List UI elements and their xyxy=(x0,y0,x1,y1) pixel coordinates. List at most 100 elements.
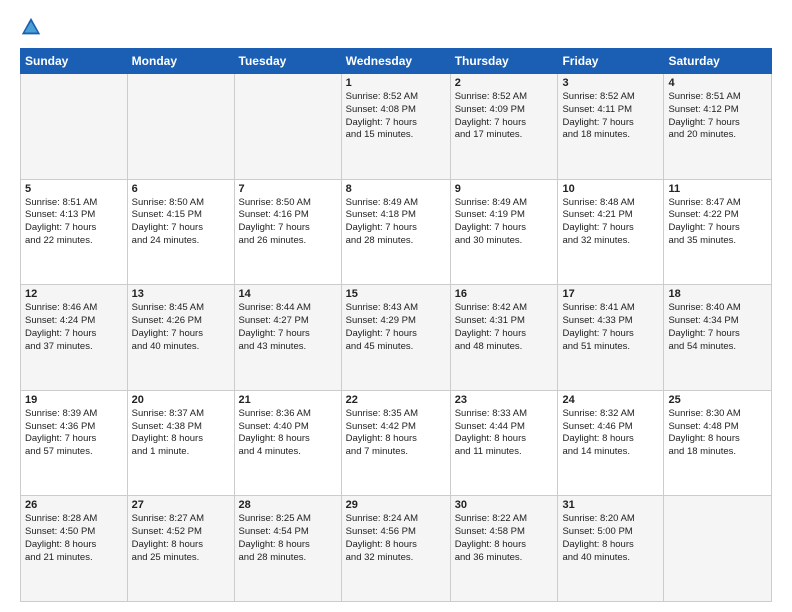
day-number: 15 xyxy=(346,288,446,300)
day-number: 23 xyxy=(455,394,554,406)
day-info: Sunrise: 8:41 AM Sunset: 4:33 PM Dayligh… xyxy=(562,302,659,353)
day-number: 26 xyxy=(25,499,123,511)
day-info: Sunrise: 8:52 AM Sunset: 4:11 PM Dayligh… xyxy=(562,91,659,142)
day-info: Sunrise: 8:49 AM Sunset: 4:19 PM Dayligh… xyxy=(455,197,554,248)
calendar-day-cell: 25 Sunrise: 8:30 AM Sunset: 4:48 PM Dayli… xyxy=(664,390,772,496)
day-number: 3 xyxy=(562,77,659,89)
day-number: 5 xyxy=(25,183,123,195)
calendar-day-cell: 10Sunrise: 8:48 AM Sunset: 4:21 PM Dayli… xyxy=(558,179,664,285)
day-number: 24 xyxy=(562,394,659,406)
calendar-day-cell: 17 Sunrise: 8:41 AM Sunset: 4:33 PM Dayli… xyxy=(558,285,664,391)
day-info: Sunrise: 8:49 AM Sunset: 4:18 PM Dayligh… xyxy=(346,197,446,248)
day-number: 14 xyxy=(239,288,337,300)
calendar-day-cell: 22 Sunrise: 8:35 AM Sunset: 4:42 PM Dayli… xyxy=(341,390,450,496)
day-number: 18 xyxy=(668,288,767,300)
weekday-header: Thursday xyxy=(450,49,558,74)
weekday-header: Saturday xyxy=(664,49,772,74)
calendar-day-cell: 4 Sunrise: 8:51 AM Sunset: 4:12 PM Daylig… xyxy=(664,74,772,180)
calendar-day-cell: 1 Sunrise: 8:52 AM Sunset: 4:08 PM Daylig… xyxy=(341,74,450,180)
calendar-table: SundayMondayTuesdayWednesdayThursdayFrid… xyxy=(20,48,772,602)
day-number: 20 xyxy=(132,394,230,406)
day-info: Sunrise: 8:51 AM Sunset: 4:13 PM Dayligh… xyxy=(25,197,123,248)
calendar-day-cell: 19Sunrise: 8:39 AM Sunset: 4:36 PM Dayli… xyxy=(21,390,128,496)
calendar-header-row: SundayMondayTuesdayWednesdayThursdayFrid… xyxy=(21,49,772,74)
calendar-week-row: 26 Sunrise: 8:28 AM Sunset: 4:50 PM Dayli… xyxy=(21,496,772,602)
logo-icon xyxy=(20,16,42,38)
calendar-day-cell: 14 Sunrise: 8:44 AM Sunset: 4:27 PM Dayli… xyxy=(234,285,341,391)
weekday-header: Monday xyxy=(127,49,234,74)
calendar-day-cell: 26 Sunrise: 8:28 AM Sunset: 4:50 PM Dayli… xyxy=(21,496,128,602)
calendar-day-cell: 31 Sunrise: 8:20 AM Sunset: 5:00 PM Dayli… xyxy=(558,496,664,602)
day-info: Sunrise: 8:39 AM Sunset: 4:36 PM Dayligh… xyxy=(25,408,123,459)
calendar-day-cell xyxy=(127,74,234,180)
page-header xyxy=(20,16,772,38)
day-info: Sunrise: 8:46 AM Sunset: 4:24 PM Dayligh… xyxy=(25,302,123,353)
day-number: 22 xyxy=(346,394,446,406)
calendar-day-cell: 18Sunrise: 8:40 AM Sunset: 4:34 PM Dayli… xyxy=(664,285,772,391)
day-number: 17 xyxy=(562,288,659,300)
day-number: 16 xyxy=(455,288,554,300)
day-number: 4 xyxy=(668,77,767,89)
day-info: Sunrise: 8:51 AM Sunset: 4:12 PM Dayligh… xyxy=(668,91,767,142)
day-number: 6 xyxy=(132,183,230,195)
weekday-header: Friday xyxy=(558,49,664,74)
calendar-day-cell xyxy=(21,74,128,180)
day-info: Sunrise: 8:50 AM Sunset: 4:15 PM Dayligh… xyxy=(132,197,230,248)
day-number: 12 xyxy=(25,288,123,300)
day-number: 27 xyxy=(132,499,230,511)
day-number: 13 xyxy=(132,288,230,300)
calendar-day-cell: 12 Sunrise: 8:46 AM Sunset: 4:24 PM Dayli… xyxy=(21,285,128,391)
calendar-day-cell: 30 Sunrise: 8:22 AM Sunset: 4:58 PM Dayli… xyxy=(450,496,558,602)
calendar-day-cell: 28Sunrise: 8:25 AM Sunset: 4:54 PM Dayli… xyxy=(234,496,341,602)
calendar-day-cell: 13Sunrise: 8:45 AM Sunset: 4:26 PM Dayli… xyxy=(127,285,234,391)
calendar-day-cell xyxy=(664,496,772,602)
day-info: Sunrise: 8:37 AM Sunset: 4:38 PM Dayligh… xyxy=(132,408,230,459)
calendar-day-cell: 16Sunrise: 8:42 AM Sunset: 4:31 PM Dayli… xyxy=(450,285,558,391)
day-number: 28 xyxy=(239,499,337,511)
calendar-day-cell: 21 Sunrise: 8:36 AM Sunset: 4:40 PM Dayli… xyxy=(234,390,341,496)
day-info: Sunrise: 8:52 AM Sunset: 4:08 PM Dayligh… xyxy=(346,91,446,142)
calendar-day-cell: 11Sunrise: 8:47 AM Sunset: 4:22 PM Dayli… xyxy=(664,179,772,285)
calendar-week-row: 1 Sunrise: 8:52 AM Sunset: 4:08 PM Daylig… xyxy=(21,74,772,180)
day-info: Sunrise: 8:22 AM Sunset: 4:58 PM Dayligh… xyxy=(455,513,554,564)
calendar-day-cell: 20 Sunrise: 8:37 AM Sunset: 4:38 PM Dayli… xyxy=(127,390,234,496)
day-number: 31 xyxy=(562,499,659,511)
calendar-day-cell: 7Sunrise: 8:50 AM Sunset: 4:16 PM Daylig… xyxy=(234,179,341,285)
day-number: 11 xyxy=(668,183,767,195)
day-info: Sunrise: 8:52 AM Sunset: 4:09 PM Dayligh… xyxy=(455,91,554,142)
day-number: 8 xyxy=(346,183,446,195)
calendar-day-cell: 29Sunrise: 8:24 AM Sunset: 4:56 PM Dayli… xyxy=(341,496,450,602)
day-info: Sunrise: 8:36 AM Sunset: 4:40 PM Dayligh… xyxy=(239,408,337,459)
day-info: Sunrise: 8:24 AM Sunset: 4:56 PM Dayligh… xyxy=(346,513,446,564)
calendar-day-cell: 24 Sunrise: 8:32 AM Sunset: 4:46 PM Dayli… xyxy=(558,390,664,496)
weekday-header: Wednesday xyxy=(341,49,450,74)
logo xyxy=(20,16,46,38)
weekday-header: Tuesday xyxy=(234,49,341,74)
calendar-week-row: 5 Sunrise: 8:51 AM Sunset: 4:13 PM Daylig… xyxy=(21,179,772,285)
calendar-day-cell: 5 Sunrise: 8:51 AM Sunset: 4:13 PM Daylig… xyxy=(21,179,128,285)
day-info: Sunrise: 8:20 AM Sunset: 5:00 PM Dayligh… xyxy=(562,513,659,564)
day-number: 1 xyxy=(346,77,446,89)
calendar-day-cell: 8 Sunrise: 8:49 AM Sunset: 4:18 PM Daylig… xyxy=(341,179,450,285)
day-info: Sunrise: 8:28 AM Sunset: 4:50 PM Dayligh… xyxy=(25,513,123,564)
day-number: 7 xyxy=(239,183,337,195)
day-info: Sunrise: 8:27 AM Sunset: 4:52 PM Dayligh… xyxy=(132,513,230,564)
day-info: Sunrise: 8:33 AM Sunset: 4:44 PM Dayligh… xyxy=(455,408,554,459)
weekday-header: Sunday xyxy=(21,49,128,74)
calendar-day-cell: 23 Sunrise: 8:33 AM Sunset: 4:44 PM Dayli… xyxy=(450,390,558,496)
day-info: Sunrise: 8:35 AM Sunset: 4:42 PM Dayligh… xyxy=(346,408,446,459)
day-number: 25 xyxy=(668,394,767,406)
day-info: Sunrise: 8:32 AM Sunset: 4:46 PM Dayligh… xyxy=(562,408,659,459)
day-number: 9 xyxy=(455,183,554,195)
day-number: 21 xyxy=(239,394,337,406)
calendar-day-cell: 3 Sunrise: 8:52 AM Sunset: 4:11 PM Daylig… xyxy=(558,74,664,180)
day-info: Sunrise: 8:30 AM Sunset: 4:48 PM Dayligh… xyxy=(668,408,767,459)
day-info: Sunrise: 8:44 AM Sunset: 4:27 PM Dayligh… xyxy=(239,302,337,353)
calendar-day-cell: 9 Sunrise: 8:49 AM Sunset: 4:19 PM Daylig… xyxy=(450,179,558,285)
day-number: 30 xyxy=(455,499,554,511)
calendar-day-cell: 2Sunrise: 8:52 AM Sunset: 4:09 PM Daylig… xyxy=(450,74,558,180)
calendar-day-cell xyxy=(234,74,341,180)
day-number: 10 xyxy=(562,183,659,195)
calendar-day-cell: 6 Sunrise: 8:50 AM Sunset: 4:15 PM Daylig… xyxy=(127,179,234,285)
calendar-week-row: 12 Sunrise: 8:46 AM Sunset: 4:24 PM Dayli… xyxy=(21,285,772,391)
